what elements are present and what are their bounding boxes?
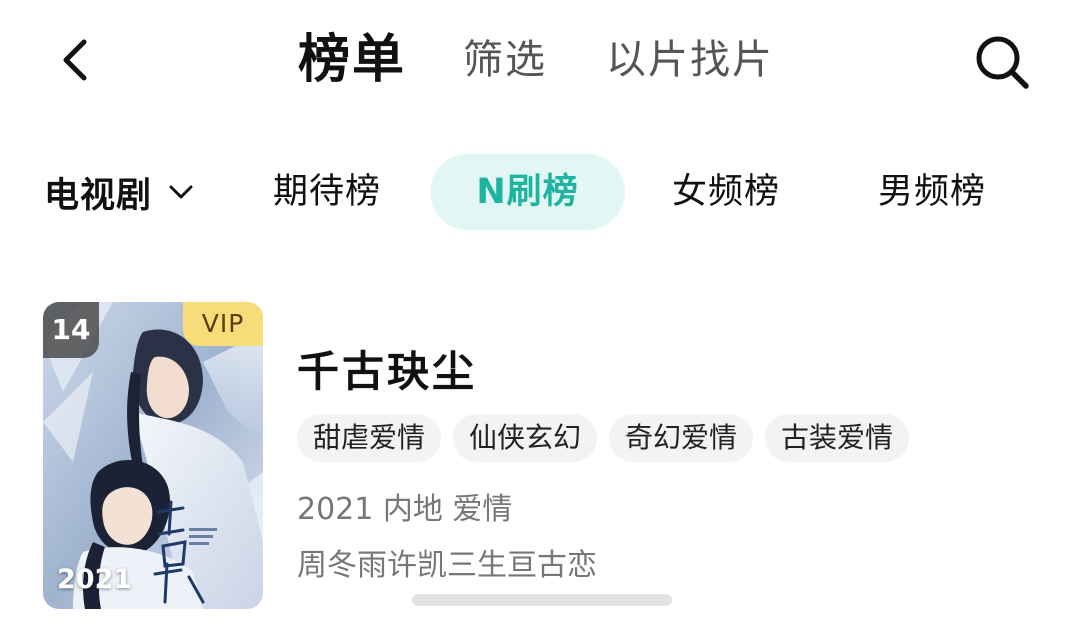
chevron-down-icon: [168, 183, 194, 201]
category-dropdown-label: 电视剧: [44, 175, 153, 216]
tab-find-similar[interactable]: 以片找片: [606, 30, 774, 90]
category-filter-row: 电视剧 期待榜 N刷榜 女频榜 男频榜: [0, 150, 1078, 234]
top-nav-bar: 榜单 筛选 以片找片: [0, 0, 1078, 120]
genre-tag[interactable]: 古装爱情: [765, 414, 910, 462]
watermark-graphic: [412, 594, 672, 606]
tab-rewatch-chart[interactable]: N刷榜: [430, 154, 625, 230]
tab-ranking[interactable]: 榜单: [298, 30, 406, 90]
back-button[interactable]: [52, 34, 100, 86]
poster-image[interactable]: 14 VIP 2021: [43, 302, 263, 609]
tab-male-channel-chart[interactable]: 男频榜: [866, 154, 998, 230]
search-button[interactable]: [970, 30, 1034, 94]
drama-description: 周冬雨许凯三生亘古恋: [297, 548, 597, 583]
drama-meta: 2021 内地 爱情: [297, 492, 513, 527]
drama-card[interactable]: 14 VIP 2021 千古玦尘 甜虐爱情 仙侠玄幻 奇幻爱情 古装爱情 202…: [0, 300, 1078, 620]
genre-tag[interactable]: 奇幻爱情: [609, 414, 754, 462]
search-icon: [976, 36, 1029, 89]
genre-tags: 甜虐爱情 仙侠玄幻 奇幻爱情 古装爱情: [297, 414, 910, 462]
poster-year: 2021: [57, 564, 133, 595]
tab-filter[interactable]: 筛选: [463, 30, 547, 90]
tab-anticipated-chart[interactable]: 期待榜: [262, 154, 392, 230]
rank-badge: 14: [43, 302, 99, 358]
vip-badge: VIP: [183, 302, 263, 346]
category-dropdown[interactable]: 电视剧: [44, 164, 194, 220]
genre-tag[interactable]: 甜虐爱情: [297, 414, 442, 462]
chevron-left-icon: [63, 39, 87, 81]
drama-title[interactable]: 千古玦尘: [297, 338, 477, 399]
genre-tag[interactable]: 仙侠玄幻: [453, 414, 598, 462]
tab-female-channel-chart[interactable]: 女频榜: [660, 154, 792, 230]
